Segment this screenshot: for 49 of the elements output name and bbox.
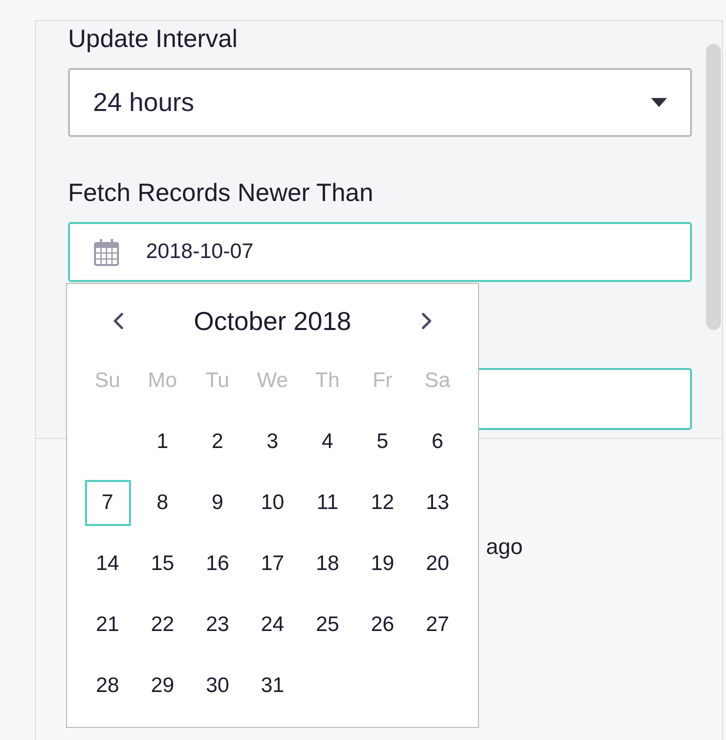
calendar-day[interactable]: 19 (360, 540, 406, 586)
weekday-label: Su (94, 368, 120, 392)
calendar-day[interactable]: 6 (414, 418, 460, 464)
month-title: October 2018 (194, 306, 352, 336)
chevron-right-icon (422, 313, 432, 329)
date-field[interactable]: 2018-10-07 (68, 222, 692, 282)
weekday-label: Mo (148, 368, 178, 392)
calendar-day[interactable]: 7 (84, 480, 130, 526)
calendar-day[interactable]: 21 (84, 602, 130, 648)
field-label: Update Interval (68, 24, 239, 54)
calendar-icon (94, 238, 119, 266)
calendar-day[interactable]: 11 (304, 480, 350, 526)
status-text: ago (486, 534, 523, 560)
calendar-day[interactable]: 16 (194, 540, 240, 586)
calendar-day[interactable]: 25 (304, 602, 350, 648)
calendar-day[interactable]: 12 (360, 480, 406, 526)
calendar-day[interactable]: 10 (250, 480, 296, 526)
weekday-label: Sa (424, 368, 450, 392)
chevron-left-icon (113, 313, 123, 329)
calendar-day[interactable]: 9 (194, 480, 240, 526)
calendar-day[interactable]: 13 (414, 480, 460, 526)
calendar-day[interactable]: 8 (140, 480, 186, 526)
calendar-day[interactable]: 26 (360, 602, 406, 648)
calendar-day[interactable]: 28 (84, 662, 130, 708)
field-label: Fetch Records Newer Than (68, 178, 374, 208)
weekday-label: We (256, 368, 288, 392)
calendar-day[interactable]: 27 (414, 602, 460, 648)
weekday-label: Fr (372, 368, 392, 392)
calendar-day[interactable]: 15 (140, 540, 186, 586)
calendar-day[interactable]: 23 (194, 602, 240, 648)
caret-icon (651, 98, 667, 107)
calendar-day[interactable]: 3 (250, 418, 296, 464)
calendar-day[interactable]: 14 (84, 540, 130, 586)
calendar-day[interactable]: 1 (140, 418, 186, 464)
scrollbar-thumb[interactable] (706, 44, 721, 330)
calendar-day[interactable]: 18 (304, 540, 350, 586)
calendar-day[interactable]: 5 (360, 418, 406, 464)
weekday-label: Th (315, 368, 340, 392)
calendar-day[interactable]: 29 (140, 662, 186, 708)
calendar-day[interactable]: 24 (250, 602, 296, 648)
calendar-day[interactable]: 20 (414, 540, 460, 586)
calendar-day[interactable]: 31 (250, 662, 296, 708)
interval-dropdown[interactable]: 24 hours (68, 68, 692, 137)
calendar-day[interactable]: 30 (194, 662, 240, 708)
calendar-day[interactable]: 2 (194, 418, 240, 464)
calendar-day[interactable]: 4 (304, 418, 350, 464)
calendar-day[interactable]: 17 (250, 540, 296, 586)
weekday-label: Tu (206, 368, 230, 392)
calendar-day[interactable]: 22 (140, 602, 186, 648)
